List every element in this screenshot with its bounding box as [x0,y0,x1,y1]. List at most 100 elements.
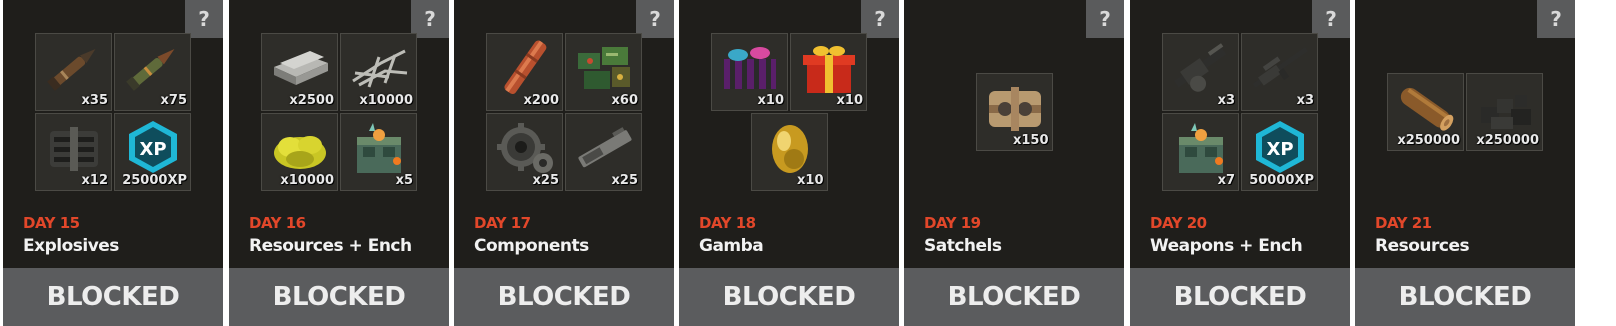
blocked-button[interactable]: BLOCKED [454,268,674,326]
item-quantity: x3 [1296,93,1314,108]
reward-card: ? x35 x75 x12 XP 25000XP DAY 15 Explosives BLOCK… [3,0,223,326]
charcoal-icon [1481,95,1531,129]
satchel-charge-icon [988,87,1041,131]
day-label: DAY 15 [23,214,80,232]
reward-title: Satchels [924,236,1002,256]
item-quantity: x250000 [1476,133,1539,148]
blocked-button[interactable]: BLOCKED [679,268,899,326]
item-slot[interactable]: XP 25000XP [114,113,191,191]
item-quantity: x60 [611,93,638,108]
blocked-button[interactable]: BLOCKED [1130,268,1350,326]
xp-badge-icon: XP [129,121,177,173]
day-label: DAY 17 [474,214,531,232]
item-quantity: x5 [395,173,413,188]
day-label: DAY 16 [249,214,306,232]
item-slot[interactable]: x10000 [340,33,417,111]
reward-items-grid: x150 [904,28,1124,196]
blocked-button[interactable]: BLOCKED [904,268,1124,326]
reward-card: ? x150 DAY 19 Satchels BLOCKED [904,0,1124,326]
reward-title: Explosives [23,236,119,256]
item-quantity: x200 [523,93,559,108]
wood-log-icon [1400,87,1454,131]
item-quantity: x35 [81,93,108,108]
hv-rocket-icon [126,49,175,91]
item-quantity: x10 [836,93,863,108]
item-quantity: x3 [1217,93,1235,108]
item-slot[interactable]: x150 [975,73,1053,151]
item-slot[interactable]: x10 [790,33,867,111]
golden-egg-icon [771,125,808,173]
c4-icon [50,127,98,171]
metal-pipe-icon [504,40,547,95]
item-quantity: x12 [81,173,108,188]
sulfur-icon [274,136,326,169]
metal-ingot-icon [274,51,328,85]
item-slot[interactable]: x25 [486,113,563,191]
item-slot[interactable]: x3 [1162,33,1239,111]
item-slot[interactable]: x200 [486,33,563,111]
day-label: DAY 21 [1375,214,1432,232]
item-slot[interactable]: x10000 [261,113,338,191]
reward-items-grid: x200 x60 x25 x25 [454,28,674,196]
item-quantity: 25000XP [122,173,187,188]
item-slot[interactable]: x60 [565,33,642,111]
item-quantity: 50000XP [1249,173,1314,188]
item-slot[interactable]: x250000 [1466,73,1543,151]
reward-title: Components [474,236,589,256]
item-slot[interactable]: x10 [750,113,828,191]
tech-trash-icon [578,47,630,89]
day-label: DAY 18 [699,214,756,232]
svg-text:XP: XP [139,139,166,160]
reward-card: ? x2500 x10000 x10000 x5 DAY 16 Resources + En… [229,0,449,326]
reward-items-grid: x35 x75 x12 XP 25000XP [3,28,223,196]
reward-title: Resources + Ench [249,236,412,256]
item-slot[interactable]: x2500 [261,33,338,111]
reward-items-grid: x3 x3 x7 XP 50000XP [1130,28,1350,196]
reward-items-grid: x2500 x10000 x10000 x5 [229,28,449,196]
l96-rifle-icon [1252,47,1308,88]
gears-icon [497,123,553,173]
blocked-button[interactable]: BLOCKED [1355,268,1575,326]
item-slot[interactable]: x75 [114,33,191,111]
purple-gift-icon [724,47,776,89]
item-quantity: x150 [1012,133,1049,148]
reward-title: Gamba [699,236,764,256]
enchant-box-icon [1179,123,1223,173]
reward-card: ? x200 x60 x25 x25 DAY 17 Components BLOCKED [454,0,674,326]
item-slot[interactable]: x5 [340,113,417,191]
item-quantity: x250000 [1397,133,1460,148]
daily-rewards-row: ? x35 x75 x12 XP 25000XP DAY 15 Explosives BLOCK… [0,0,1616,326]
svg-text:XP: XP [1266,139,1293,160]
item-quantity: x10000 [359,93,413,108]
item-slot[interactable]: XP 50000XP [1241,113,1318,191]
red-gift-icon [803,46,855,93]
reward-card: ? x250000 x250000 DAY 21 Resources BLOCKED [1355,0,1575,326]
reward-card: ? x3 x3 x7 XP 50000XP DAY 20 Weapons + Ench BLOC… [1130,0,1350,326]
item-quantity: x25 [611,173,638,188]
blocked-button[interactable]: BLOCKED [3,268,223,326]
reward-title: Resources [1375,236,1470,256]
rocket-icon [47,49,96,91]
day-label: DAY 19 [924,214,981,232]
reward-card: ? x10 x10 x10 DAY 18 Gamba BLOCKED [679,0,899,326]
item-slot[interactable]: x7 [1162,113,1239,191]
item-quantity: x10 [797,173,824,188]
item-slot[interactable]: x25 [565,113,642,191]
reward-items-grid: x250000 x250000 [1355,28,1575,196]
day-label: DAY 20 [1150,214,1207,232]
item-quantity: x10 [757,93,784,108]
enchant-box-icon [357,123,401,173]
reward-items-grid: x10 x10 x10 [710,28,868,196]
item-slot[interactable]: x3 [1241,33,1318,111]
xp-badge-icon: XP [1256,121,1304,173]
m249-icon [1174,43,1227,92]
item-slot[interactable]: x12 [35,113,112,191]
blocked-button[interactable]: BLOCKED [229,268,449,326]
item-quantity: x2500 [289,93,334,108]
item-quantity: x25 [532,173,559,188]
item-slot[interactable]: x10 [711,33,788,111]
item-quantity: x10000 [280,173,334,188]
item-slot[interactable]: x35 [35,33,112,111]
item-slot[interactable]: x250000 [1387,73,1464,151]
item-quantity: x75 [160,93,187,108]
